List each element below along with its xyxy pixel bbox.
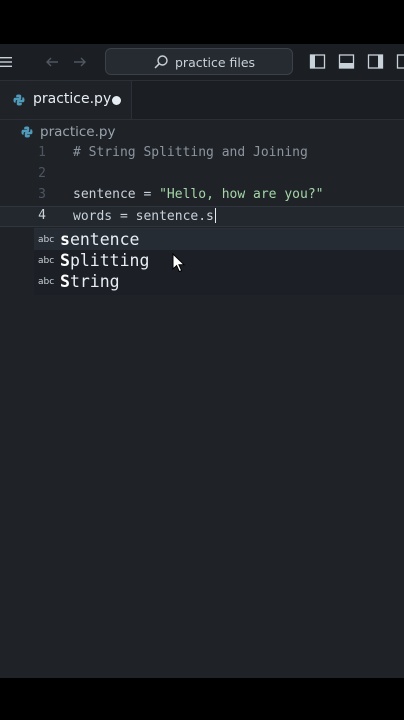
text-word-icon: abc: [38, 277, 55, 287]
breadcrumb-file[interactable]: practice.py: [40, 124, 115, 140]
tab-practice-py[interactable]: practice.py: [0, 81, 132, 119]
suggestion-label: sentence: [60, 230, 140, 249]
title-bar: practice files: [0, 44, 404, 81]
code-line: 1 # String Splitting and Joining: [0, 143, 404, 164]
line-content[interactable]: sentence = "Hello, how are you?": [73, 187, 323, 202]
text-word-icon: abc: [38, 256, 55, 266]
toggle-secondary-sidebar-icon[interactable]: [367, 53, 384, 70]
arrow-right-icon[interactable]: [72, 54, 88, 70]
operator-token: =: [135, 187, 160, 202]
arrow-left-icon[interactable]: [44, 54, 60, 70]
line-number: 2: [38, 166, 46, 181]
suggestion-item[interactable]: abc String: [34, 271, 404, 292]
vscode-window: practice files practice.py practice.py 1…: [0, 44, 404, 678]
search-icon: [154, 55, 168, 69]
code-line: 3 sentence = "Hello, how are you?": [0, 185, 404, 206]
toggle-panel-icon[interactable]: [338, 53, 355, 70]
search-label: practice files: [175, 55, 256, 70]
text-caret: [214, 208, 217, 223]
tab-label: practice.py: [33, 91, 112, 107]
customize-layout-icon[interactable]: [396, 53, 404, 70]
line-content[interactable]: words = sentence.s: [73, 208, 217, 224]
toggle-primary-sidebar-icon[interactable]: [309, 53, 326, 70]
unsaved-changes-dot[interactable]: [112, 96, 121, 105]
menu-icon[interactable]: [0, 55, 14, 69]
line-number: 3: [38, 187, 46, 202]
suggestion-label: Splitting: [60, 251, 150, 270]
current-code-line: 4 words = sentence.s: [0, 206, 404, 227]
line-number: 1: [38, 145, 46, 160]
text-word-icon: abc: [38, 235, 55, 245]
code-text: words = sentence.s: [73, 209, 214, 224]
code-editor[interactable]: 1 # String Splitting and Joining 2 3 sen…: [0, 143, 404, 678]
suggestion-item[interactable]: abc Splitting: [34, 250, 404, 271]
comment-token: # String Splitting and Joining: [73, 145, 308, 160]
mouse-pointer-icon: [172, 253, 186, 273]
suggestion-label: String: [60, 272, 120, 291]
editor-tab-bar: practice.py: [0, 81, 404, 120]
suggestion-widget: abc sentence abc Splitting abc String: [34, 228, 404, 295]
string-token: "Hello, how are you?": [159, 187, 324, 202]
line-content[interactable]: # String Splitting and Joining: [73, 145, 308, 160]
breadcrumb: practice.py: [0, 120, 404, 144]
code-line: 2: [0, 164, 404, 185]
variable-token: sentence: [73, 187, 136, 202]
python-icon: [13, 94, 25, 106]
line-number: 4: [38, 208, 46, 223]
suggestion-item[interactable]: abc sentence: [34, 229, 404, 250]
python-icon: [21, 126, 33, 138]
command-center-search[interactable]: practice files: [105, 48, 293, 75]
